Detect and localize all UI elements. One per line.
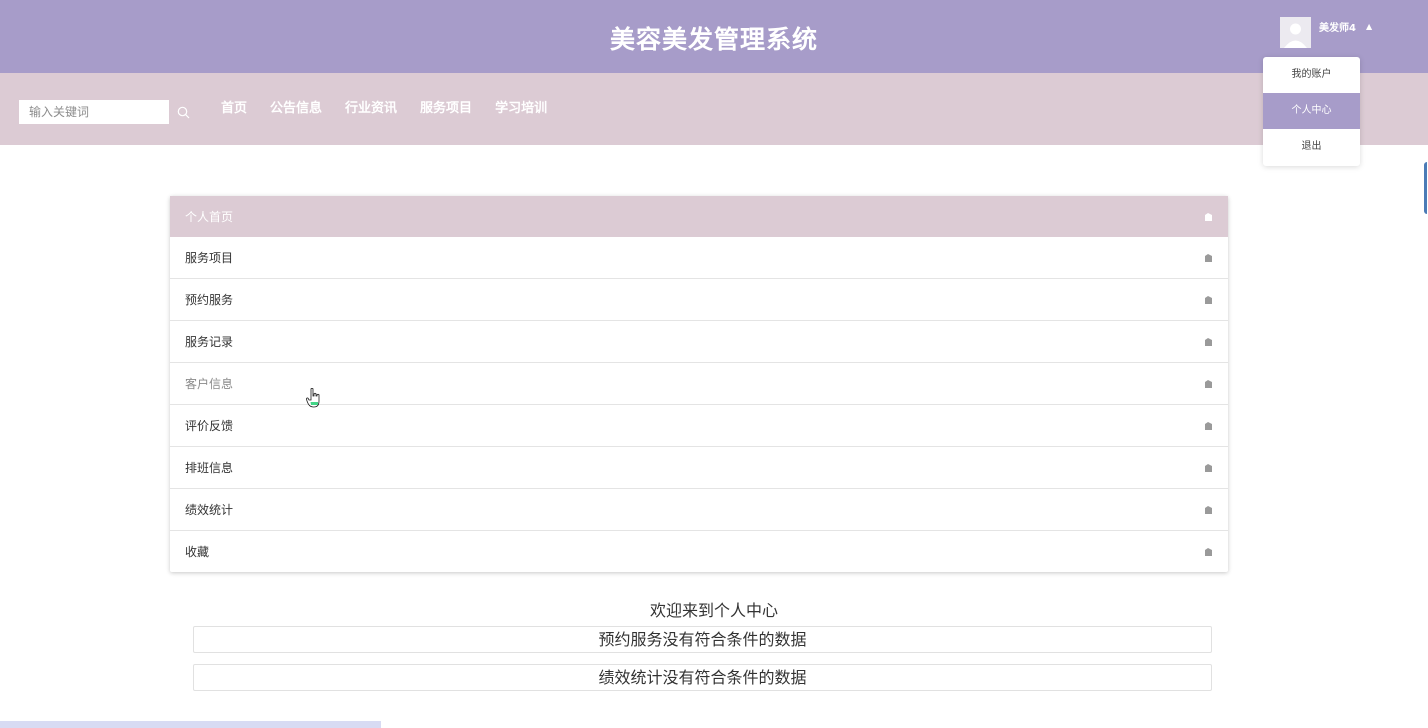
search-input[interactable] <box>19 100 169 124</box>
nav-link-industry-news[interactable]: 行业资讯 <box>345 100 397 118</box>
menu-item-label: 服务项目 <box>185 251 234 265</box>
chevron-right-icon <box>1204 462 1213 476</box>
menu-item-label: 排班信息 <box>185 461 234 475</box>
menu-item-label: 评价反馈 <box>185 419 234 433</box>
menu-item-label: 预约服务 <box>185 293 234 307</box>
top-header: 美容美发管理系统 美发师4 ▲ <box>0 0 1428 73</box>
nav-link-home[interactable]: 首页 <box>221 100 247 118</box>
chevron-right-icon <box>1204 252 1213 266</box>
chevron-right-icon <box>1204 378 1213 392</box>
personal-center-menu: 个人首页 服务项目 预约服务 服务记录 客户信息 评价反馈 排班信息 绩效统计 … <box>170 196 1228 572</box>
nav-link-training[interactable]: 学习培训 <box>495 100 547 118</box>
bottom-strip <box>0 721 381 728</box>
menu-item-personal-home[interactable]: 个人首页 <box>170 196 1228 237</box>
nav-links: 首页 公告信息 行业资讯 服务项目 学习培训 <box>221 100 570 118</box>
dropdown-item-logout[interactable]: 退出 <box>1263 129 1360 165</box>
user-dropdown: 我的账户 个人中心 退出 <box>1263 57 1360 166</box>
site-title: 美容美发管理系统 <box>609 25 818 54</box>
menu-item-feedback[interactable]: 评价反馈 <box>170 405 1228 447</box>
performance-empty-box: 绩效统计没有符合条件的数据 <box>193 664 1212 691</box>
welcome-text: 欢迎来到个人中心 <box>649 601 778 620</box>
chevron-right-icon <box>1204 294 1213 308</box>
chevron-right-icon <box>1204 504 1213 518</box>
hand-cursor-icon <box>306 387 322 412</box>
chevron-right-icon <box>1204 420 1213 434</box>
menu-item-label: 个人首页 <box>185 210 234 224</box>
chevron-right-icon <box>1204 336 1213 350</box>
chevron-right-icon <box>1204 546 1213 560</box>
dropdown-item-personal-center[interactable]: 个人中心 <box>1263 93 1360 129</box>
menu-item-favorites[interactable]: 收藏 <box>170 531 1228 572</box>
menu-item-label: 客户信息 <box>185 377 234 391</box>
user-name: 美发师4 <box>1319 22 1356 34</box>
dropdown-item-my-account[interactable]: 我的账户 <box>1263 57 1360 93</box>
search-icon[interactable] <box>177 104 190 123</box>
menu-item-service-records[interactable]: 服务记录 <box>170 321 1228 363</box>
menu-item-customer-info[interactable]: 客户信息 <box>170 363 1228 405</box>
nav-bar: 首页 公告信息 行业资讯 服务项目 学习培训 <box>0 73 1428 145</box>
menu-item-booking[interactable]: 预约服务 <box>170 279 1228 321</box>
menu-item-label: 服务记录 <box>185 335 234 349</box>
menu-item-label: 收藏 <box>185 545 210 559</box>
user-avatar-icon <box>1280 16 1311 48</box>
side-scroll-handle[interactable] <box>1424 162 1428 214</box>
caret-up-icon: ▲ <box>1365 21 1373 31</box>
user-menu-toggle[interactable]: 美发师4 ▲ <box>1280 16 1372 48</box>
booking-empty-box: 预约服务没有符合条件的数据 <box>193 626 1212 653</box>
chevron-right-icon <box>1204 211 1213 225</box>
menu-item-label: 绩效统计 <box>185 503 234 517</box>
menu-item-schedule[interactable]: 排班信息 <box>170 447 1228 489</box>
menu-item-services[interactable]: 服务项目 <box>170 237 1228 279</box>
nav-link-services[interactable]: 服务项目 <box>420 100 472 118</box>
nav-link-announcements[interactable]: 公告信息 <box>270 100 322 118</box>
menu-item-performance[interactable]: 绩效统计 <box>170 489 1228 531</box>
